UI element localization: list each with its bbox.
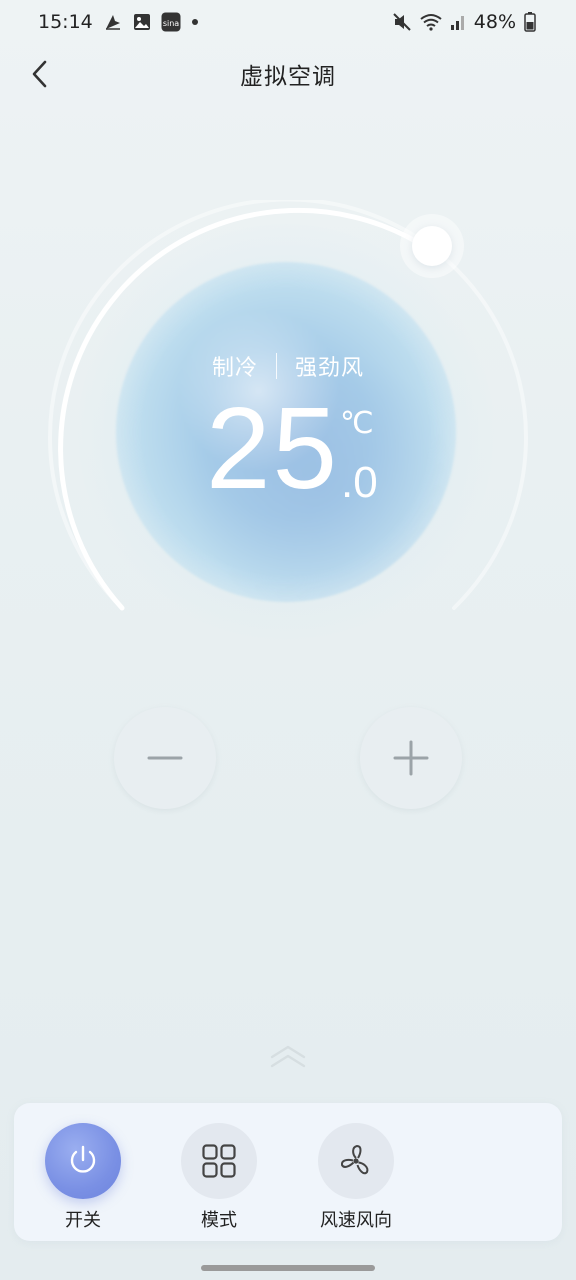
mode-divider	[276, 353, 277, 379]
gallery-icon	[133, 13, 151, 31]
power-button[interactable]	[45, 1123, 121, 1199]
power-icon	[70, 1145, 96, 1173]
mode-button[interactable]	[181, 1123, 257, 1199]
header: 虚拟空调	[0, 44, 576, 104]
battery-icon	[524, 12, 536, 32]
wifi-icon	[420, 13, 442, 31]
status-time: 15:14	[38, 11, 93, 33]
status-right: 48%	[392, 11, 536, 33]
dial-knob[interactable]	[412, 226, 452, 266]
increase-temp-button[interactable]	[360, 707, 462, 809]
signal-icon	[450, 13, 466, 31]
plus-icon	[393, 740, 429, 776]
mode-label-bottom: 模式	[201, 1210, 237, 1231]
temperature-dial: 制冷 强劲风 25 ℃ .0	[48, 200, 528, 680]
double-chevron-up-icon	[270, 1045, 306, 1068]
chevron-left-icon	[32, 60, 47, 88]
status-bar: 15:14 sina 48%	[0, 0, 576, 44]
mode-row: 制冷 强劲风	[48, 350, 528, 382]
grid-icon	[202, 1144, 236, 1178]
minus-icon	[147, 756, 183, 760]
expand-panel-handle[interactable]	[266, 1040, 310, 1074]
control-panel: 开关 模式 风速风向	[14, 1103, 562, 1241]
fan-button[interactable]	[318, 1123, 394, 1199]
temperature-unit: ℃	[340, 407, 374, 440]
power-control[interactable]: 开关	[28, 1123, 138, 1232]
power-label: 开关	[65, 1210, 101, 1231]
page-title: 虚拟空调	[240, 64, 336, 90]
dot-icon	[191, 18, 199, 26]
fan-direction-label: 风速风向	[320, 1210, 392, 1231]
status-left: 15:14 sina	[38, 11, 199, 33]
mode-label: 制冷	[211, 356, 258, 381]
mute-icon	[392, 12, 412, 32]
battery-percent: 48%	[473, 11, 516, 33]
svg-text:sina: sina	[163, 19, 179, 28]
back-button[interactable]	[22, 56, 58, 92]
temperature-value: 25	[206, 383, 340, 513]
home-indicator[interactable]	[201, 1265, 375, 1271]
fan-label: 强劲风	[295, 356, 365, 381]
fan-control[interactable]: 风速风向	[301, 1123, 411, 1232]
decrease-temp-button[interactable]	[114, 707, 216, 809]
sina-icon: sina	[161, 12, 181, 32]
fan-icon	[340, 1145, 369, 1175]
notification-icon	[103, 12, 123, 32]
mode-control[interactable]: 模式	[164, 1123, 274, 1232]
temperature-decimal: .0	[341, 458, 378, 507]
